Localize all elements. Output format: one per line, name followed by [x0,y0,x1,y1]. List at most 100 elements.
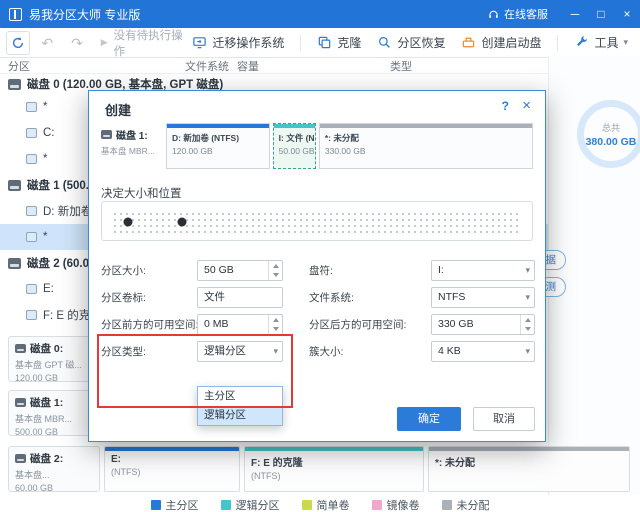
dialog-form: 分区大小: 50 GB 盘符: I:▾ 分区卷标: 文件 文件系统: NTFS▾… [101,257,535,365]
disk-card-name: 磁盘 0: [30,341,63,356]
legend-item: 镜像卷 [372,497,420,512]
partition-size: 330.00 GB [325,146,528,156]
undo-button[interactable]: ↶ [36,31,60,55]
cluster-size-label: 簇大小: [309,344,431,359]
legend-label: 未分配 [457,497,490,512]
cluster-size-select[interactable]: 4 KB▾ [431,341,535,362]
space-after-value: 330 GB [438,318,474,330]
partition-size: 50.00 GB [279,146,311,156]
help-button[interactable]: ? [502,99,509,113]
disk-card-type: 基本盘 GPT 磁... [15,358,93,371]
legend-label: 主分区 [166,497,199,512]
minimize-icon: ─ [571,7,580,21]
ok-button[interactable]: 确定 [397,407,461,431]
dialog-partition-unallocated[interactable]: *: 未分配 330.00 GB [319,123,533,169]
size-position-slider [101,201,533,241]
space-after-label: 分区后方的可用空间: [309,317,431,332]
legend-item: 逻辑分区 [221,497,280,512]
disk-icon [8,258,21,269]
partition-color-bar [274,124,315,128]
disk-test-label-fragment: 测 [546,281,557,293]
space-before-label: 分区前方的可用空间: [101,317,197,332]
clone-icon [317,35,332,50]
chevron-down-icon: ▾ [623,37,628,48]
dialog-disk-strip: 磁盘 1: 基本盘 MBR... D: 新加卷 (NTFS) 120.00 GB… [101,123,533,169]
online-support-button[interactable]: 在线客服 [473,0,562,28]
disk-icon [15,398,26,407]
partition-type-value: 逻辑分区 [204,345,246,357]
migrate-os-icon [192,35,207,50]
app-title: 易我分区大师 专业版 [29,6,140,23]
disk-map-row-2: 磁盘 2: 基本盘... 60.00 GB E: (NTFS) F: E 的克隆… [0,446,640,492]
maximize-button[interactable]: □ [588,0,614,28]
chevron-down-icon: ▾ [525,288,530,307]
spinner [268,261,282,280]
spinner-up-icon[interactable] [269,261,282,271]
create-boot-disk-button[interactable]: 创建启动盘 [461,34,541,51]
spinner-up-icon[interactable] [269,315,282,325]
disk-card-0[interactable]: 磁盘 0: 基本盘 GPT 磁... 120.00 GB [8,336,100,382]
dialog-partition-d[interactable]: D: 新加卷 (NTFS) 120.00 GB [166,123,270,169]
partition-block-e[interactable]: E: (NTFS) [104,446,240,492]
disk-card-1[interactable]: 磁盘 1: 基本盘 MBR... 500.00 GB [8,390,100,436]
wipe-data-label-fragment: 据 [546,254,557,266]
partition-icon [26,284,37,294]
disk-card-2[interactable]: 磁盘 2: 基本盘... 60.00 GB [8,446,100,492]
pending-operations-status: ▶ 没有待执行操作 [101,27,193,59]
online-support-label: 在线客服 [504,6,548,22]
dialog-close-icon: × [522,97,531,114]
dialog-disk-info: 磁盘 1: 基本盘 MBR... [101,123,163,169]
headset-icon [487,8,500,21]
clone-button[interactable]: 克隆 [317,34,361,51]
close-icon: × [623,7,630,21]
partition-recovery-button[interactable]: 分区恢复 [377,34,445,51]
partition-label: I: 文件 (N... [279,132,311,144]
cancel-button[interactable]: 取消 [473,407,535,431]
dialog-close-button[interactable]: × [522,97,531,114]
partition-color-bar [320,124,532,128]
slider-track[interactable] [112,211,522,233]
toolbar: ↶ ↷ ▶ 没有待执行操作 迁移操作系统 克隆 分区恢复 创建启动盘 [0,28,640,58]
disk-icon [15,344,26,353]
row-label: D: 新加卷 [43,203,92,219]
slider-handle-left[interactable] [124,218,133,227]
dropdown-option-primary[interactable]: 主分区 [198,387,282,406]
migrate-os-label: 迁移操作系统 [212,34,284,51]
filesystem-select[interactable]: NTFS▾ [431,287,535,308]
partition-block-f[interactable]: F: E 的克隆 (NTFS) [244,446,424,492]
dropdown-option-logical[interactable]: 逻辑分区 [198,406,282,425]
disk-icon [8,79,21,90]
spinner [268,315,282,334]
partition-block-unallocated[interactable]: *: 未分配 [428,446,630,492]
migrate-os-button[interactable]: 迁移操作系统 [192,34,284,51]
spinner-down-icon[interactable] [269,325,282,335]
volume-label-input[interactable]: 文件 [197,287,283,308]
dialog-partition-new[interactable]: I: 文件 (N... 50.00 GB [273,123,316,169]
boot-disk-icon [461,35,476,50]
slider-handle-right[interactable] [177,218,186,227]
redo-button[interactable]: ↷ [65,31,89,55]
spinner-down-icon[interactable] [269,271,282,281]
tools-menu-label: 工具 [594,34,618,51]
disk-card-size: 120.00 GB [15,373,93,382]
row-label: E: [43,283,54,295]
partition-type-select[interactable]: 逻辑分区▾ [197,341,283,362]
legend-item: 简单卷 [302,497,350,512]
space-after-input[interactable]: 330 GB [431,314,535,335]
minimize-button[interactable]: ─ [562,0,588,28]
partition-label: E: [111,454,233,465]
drive-letter-select[interactable]: I:▾ [431,260,535,281]
refresh-button[interactable] [6,31,30,55]
close-button[interactable]: × [614,0,640,28]
partition-color-bar [167,124,269,128]
spinner-up-icon[interactable] [521,315,534,325]
undo-icon: ↶ [42,36,54,50]
tools-menu-button[interactable]: 工具 ▾ [574,34,628,51]
application-window: 易我分区大师 专业版 在线客服 ─ □ × ↶ ↷ ▶ 没有待执行操作 迁移操作… [0,0,640,512]
partition-size-value: 50 GB [204,264,234,276]
spinner-down-icon[interactable] [521,325,534,335]
space-before-input[interactable]: 0 MB [197,314,283,335]
legend-chip-logical [221,500,231,510]
partition-size-input[interactable]: 50 GB [197,260,283,281]
filesystem-label: 文件系统: [309,290,431,305]
